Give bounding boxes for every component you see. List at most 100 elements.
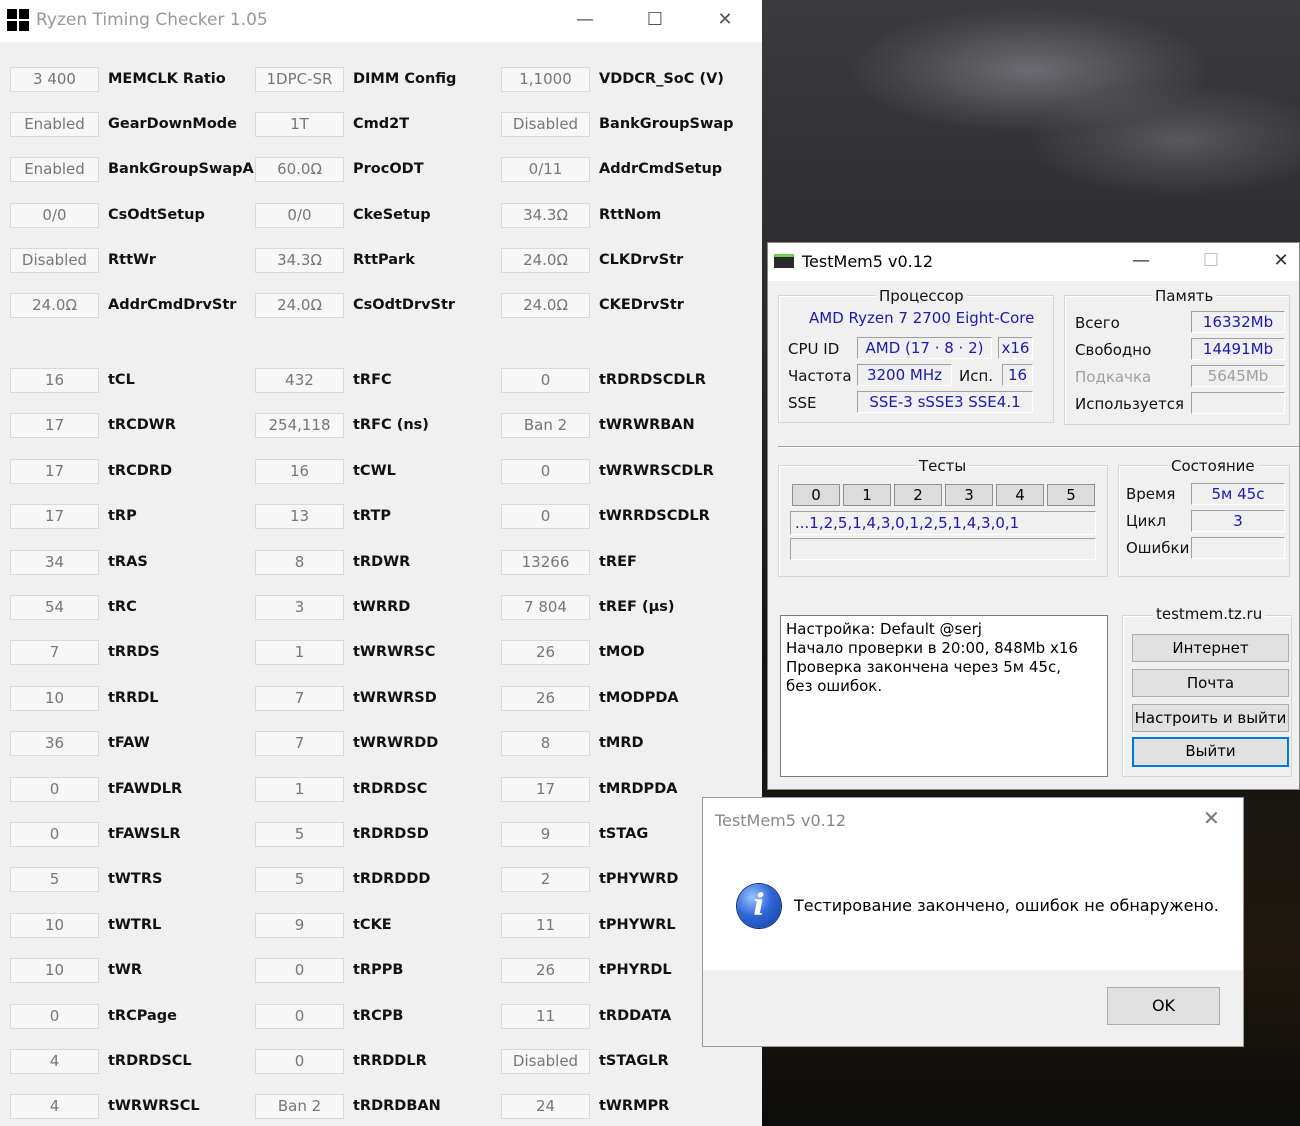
minimize-button[interactable]: — <box>1106 243 1176 281</box>
mail-button[interactable]: Почта <box>1132 669 1289 697</box>
exit-button[interactable]: Выйти <box>1132 737 1289 767</box>
timing-label: tWRMPR <box>599 1098 670 1115</box>
timing-value-field: 7 <box>255 731 344 757</box>
timing-label: tWR <box>108 962 143 979</box>
frequency-label: Частота <box>788 367 852 385</box>
timing-value-field: 11 <box>501 912 590 938</box>
timing-value-field: 24.0Ω <box>255 293 344 318</box>
cpuid-field: AMD (17 · 8 · 2) <box>857 337 992 359</box>
timing-value-field: 36 <box>10 731 99 757</box>
timing-value-field: 0 <box>255 1049 344 1074</box>
timing-value-field: Disabled <box>501 1049 590 1074</box>
timing-label: tPHYWRD <box>599 871 679 888</box>
dialog-title: TestMem5 v0.12 <box>715 811 847 830</box>
memory-used-field <box>1191 392 1285 414</box>
internet-button[interactable]: Интернет <box>1132 634 1289 662</box>
timing-label: tRFC <box>353 372 392 388</box>
timing-value-field: 7 804 <box>501 595 590 620</box>
rtc-window: Ryzen Timing Checker 1.05 — ☐ ✕ 3 400 MEM… <box>0 0 762 1126</box>
status-group-title: Состояние <box>1168 457 1258 475</box>
timing-value-field: 5 <box>255 867 344 893</box>
timing-label: tFAW <box>108 735 150 752</box>
timing-label: tREF <box>599 553 637 570</box>
timing-value-field: Disabled <box>501 112 590 138</box>
timing-value-field: 0 <box>501 368 590 393</box>
timing-value-field: 0/11 <box>501 157 590 183</box>
timing-label: GearDownMode <box>108 116 237 133</box>
timing-label: tRDDATA <box>599 1007 672 1024</box>
timing-value-field: 7 <box>255 685 344 711</box>
timing-value-field: 4 <box>10 1049 99 1074</box>
timing-label: CKEDrvStr <box>599 297 684 313</box>
timing-label: tRDRDDD <box>353 871 431 888</box>
timing-value-field: Enabled <box>10 112 99 138</box>
timing-value-field: 1 <box>255 776 344 802</box>
memory-swap-label: Подкачка <box>1075 368 1152 386</box>
close-button[interactable]: ✕ <box>690 0 760 42</box>
log-line: Настройка: Default @serj <box>786 620 982 638</box>
timing-label: tWTRS <box>108 871 163 888</box>
timing-label: tRP <box>108 508 137 525</box>
timing-value-field: 9 <box>255 912 344 938</box>
timing-value-field: 10 <box>10 685 99 711</box>
timing-label: CkeSetup <box>353 206 431 223</box>
dialog-body: TestMem5 v0.12 ✕ i Тестирование закончен… <box>703 798 1243 970</box>
timing-label: RttWr <box>108 251 156 268</box>
maximize-button[interactable]: ☐ <box>620 0 690 42</box>
timing-value-field: 17 <box>10 504 99 530</box>
memory-total-field: 16332Mb <box>1191 311 1285 333</box>
timing-value-field: 1T <box>255 112 344 138</box>
timing-label: tRDRDSCL <box>108 1053 192 1069</box>
timing-value-field: 0 <box>10 822 99 847</box>
log-line: Начало проверки в 20:00, 848Mb x16 <box>786 639 1078 657</box>
timing-value-field: 34.3Ω <box>255 247 344 273</box>
minimize-button[interactable]: — <box>550 0 620 42</box>
timing-value-field: 432 <box>255 368 344 393</box>
timing-label: tCL <box>108 372 135 388</box>
timing-value-field: 0 <box>255 1003 344 1029</box>
timing-label: tWRWRSCL <box>108 1098 200 1115</box>
timing-value-field: 11 <box>501 1003 590 1029</box>
rtc-app-icon <box>7 9 29 31</box>
timing-label: ProcODT <box>353 161 424 178</box>
timing-value-field: 16 <box>10 368 99 393</box>
timing-label: CsOdtSetup <box>108 206 205 223</box>
test-number-box: 2 <box>894 484 942 506</box>
testmem-window: TestMem5 v0.12 — ☐ ✕ Процессор AMD Ryzen… <box>767 242 1300 790</box>
timing-label: tRC <box>108 599 137 615</box>
timing-label: tREF (μs) <box>599 599 675 615</box>
test-sequence-field: ...1,2,5,1,4,3,0,1,2,5,1,4,3,0,1 <box>790 511 1096 535</box>
timing-label: tMRD <box>599 735 644 752</box>
configure-exit-button[interactable]: Настроить и выйти <box>1132 704 1289 732</box>
timing-label: tRDRDSCDLR <box>599 372 706 388</box>
timing-value-field: 26 <box>501 958 590 984</box>
timing-value-field: 24.0Ω <box>501 293 590 318</box>
timing-value-field: 3 <box>255 595 344 620</box>
timing-label: tWTRL <box>108 916 162 933</box>
sse-field: SSE-3 sSSE3 SSE4.1 <box>857 391 1033 413</box>
timing-label: Cmd2T <box>353 116 410 133</box>
timing-label: tWRRDSCDLR <box>599 508 710 525</box>
timing-value-field: 0 <box>10 776 99 802</box>
dialog-close-button[interactable]: ✕ <box>1203 806 1220 830</box>
timing-label: tCWL <box>353 462 396 479</box>
timing-value-field: 0 <box>255 958 344 984</box>
timing-value-field: Ban 2 <box>501 413 590 439</box>
rtc-title-bar[interactable]: Ryzen Timing Checker 1.05 — ☐ ✕ <box>0 0 762 42</box>
testmem-title-bar[interactable]: TestMem5 v0.12 — ☐ ✕ <box>768 243 1299 281</box>
cpu-name: AMD Ryzen 7 2700 Eight-Core <box>809 309 1035 327</box>
ok-button[interactable]: OK <box>1107 987 1220 1025</box>
close-button[interactable]: ✕ <box>1246 243 1300 281</box>
test-number-box: 5 <box>1047 484 1095 506</box>
frequency-field: 3200 MHz <box>857 364 952 386</box>
site-link[interactable]: testmem.tz.ru <box>1153 605 1266 623</box>
timing-label: RttPark <box>353 251 415 268</box>
maximize-button: ☐ <box>1202 250 1220 271</box>
time-label: Время <box>1126 485 1176 503</box>
timing-label: tRRDS <box>108 644 160 661</box>
sse-label: SSE <box>788 394 817 412</box>
timing-value-field: 0 <box>501 458 590 484</box>
test-number-box: 0 <box>792 484 840 506</box>
log-output[interactable]: Настройка: Default @serj Начало проверки… <box>780 615 1108 777</box>
timing-label: tRDRDSC <box>353 780 428 797</box>
